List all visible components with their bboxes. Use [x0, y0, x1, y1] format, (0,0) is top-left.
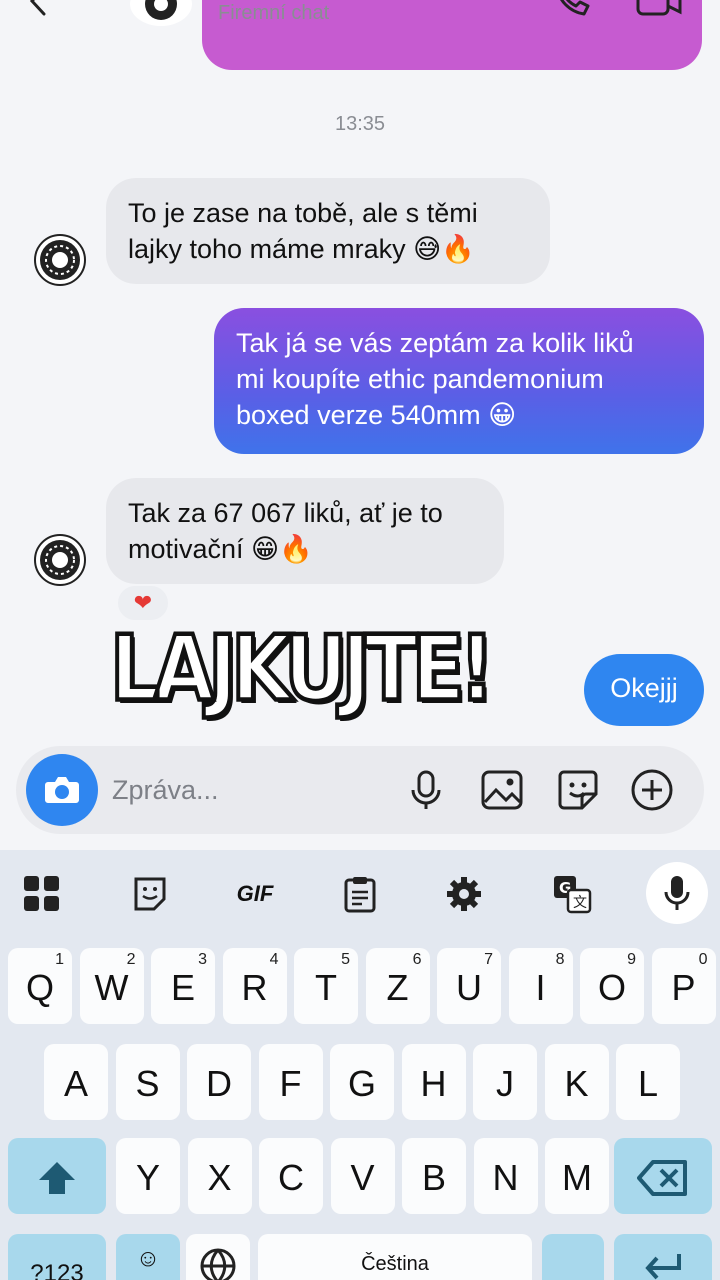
message-text-line: boxed verze 540mm 😀 — [236, 400, 517, 430]
message-text-line: Tak já se vás zeptám za kolik liků — [236, 328, 634, 358]
language-globe-key[interactable] — [186, 1234, 250, 1280]
shift-arrow-icon — [39, 1162, 75, 1194]
message-text-line: motivační 😁🔥 — [128, 534, 313, 564]
key-b[interactable]: B — [402, 1138, 466, 1214]
key-d[interactable]: D — [187, 1044, 251, 1120]
gif-button[interactable]: GIF — [232, 872, 278, 916]
key-hint-number: 6 — [412, 951, 422, 968]
key-letter: P — [671, 967, 696, 1008]
voice-input-mic-icon[interactable] — [646, 862, 708, 924]
key-a[interactable]: A — [44, 1044, 108, 1120]
key-hint-number: 0 — [698, 951, 708, 968]
key-e[interactable]: 3E — [151, 948, 215, 1024]
keyboard: GIF G文 1Q2W3E4R5T6Z7U8I9O0P ASDFGHJKL YX… — [0, 850, 720, 1280]
heart-reaction-icon[interactable]: ❤ — [116, 584, 170, 622]
settings-gear-icon[interactable] — [442, 872, 486, 916]
lajkujte-sticker[interactable]: LAJKUJTE! — [108, 616, 497, 745]
key-letter: T — [315, 967, 337, 1008]
backspace-icon — [637, 1160, 687, 1196]
phone-call-icon[interactable] — [554, 0, 590, 18]
numbers-symbols-key[interactable]: ?123 — [8, 1234, 106, 1280]
translate-icon[interactable]: G文 — [550, 872, 594, 916]
avatar[interactable] — [130, 0, 192, 26]
video-call-icon[interactable] — [634, 0, 684, 18]
key-r[interactable]: 4R — [222, 948, 287, 1024]
key-letter: E — [170, 967, 195, 1008]
sender-avatar[interactable] — [34, 534, 86, 586]
key-z[interactable]: 6Z — [365, 948, 430, 1024]
sender-avatar[interactable] — [34, 234, 86, 286]
enter-key[interactable] — [614, 1234, 712, 1280]
key-hint-number: 5 — [341, 951, 350, 968]
key-letter: R — [241, 967, 268, 1008]
key-j[interactable]: J — [473, 1044, 537, 1120]
back-arrow-icon[interactable] — [22, 0, 52, 16]
key-l[interactable]: L — [616, 1044, 680, 1120]
globe-icon — [200, 1248, 236, 1280]
key-o[interactable]: 9O — [580, 948, 644, 1024]
sticker-icon[interactable] — [556, 768, 600, 812]
key-letter: Q — [25, 967, 54, 1008]
key-p[interactable]: 0P — [651, 948, 716, 1024]
outgoing-message-bubble[interactable]: Okejjj — [584, 654, 704, 726]
key-hint-number: 7 — [484, 951, 493, 968]
key-letter: I — [535, 967, 546, 1008]
gallery-image-icon[interactable] — [480, 768, 524, 812]
shift-key[interactable] — [8, 1138, 106, 1214]
key-i[interactable]: 8I — [508, 948, 573, 1024]
message-text-line: Tak za 67 067 liků, ať je to — [128, 498, 443, 528]
chat-subtitle: Firemní chat — [218, 2, 330, 24]
key-hint-number: 8 — [555, 951, 565, 968]
key-u[interactable]: 7U — [437, 948, 501, 1024]
clipboard-icon[interactable] — [338, 872, 382, 916]
incoming-message-bubble[interactable]: Tak za 67 067 liků, ať je to motivační 😁… — [106, 478, 504, 584]
key-hint-number: 4 — [269, 951, 279, 968]
message-timestamp: 13:35 — [334, 113, 386, 135]
key-v[interactable]: V — [330, 1138, 395, 1214]
key-y[interactable]: Y — [116, 1138, 180, 1214]
key-hint-number: 3 — [198, 951, 207, 968]
message-text-line: mi koupíte ethic pandemonium — [236, 364, 604, 394]
key-f[interactable]: F — [258, 1044, 323, 1120]
sticker-keyboard-icon[interactable] — [128, 872, 172, 916]
key-hint-number: 2 — [126, 951, 136, 968]
key-g[interactable]: G — [330, 1044, 394, 1120]
microphone-icon[interactable] — [404, 768, 448, 812]
key-c[interactable]: C — [259, 1138, 323, 1214]
message-composer — [16, 746, 704, 834]
plus-circle-icon[interactable] — [630, 768, 674, 812]
message-text-line: lajky toho máme mraky 😅🔥 — [128, 234, 475, 264]
key-q[interactable]: 1Q — [8, 948, 72, 1024]
outgoing-message-bubble[interactable]: Tak já se vás zeptám za kolik liků mi ko… — [214, 308, 704, 454]
key-letter: Z — [386, 967, 409, 1008]
key-hint-number: 9 — [627, 951, 636, 968]
message-input[interactable] — [112, 770, 392, 810]
camera-button[interactable] — [26, 754, 98, 826]
camera-icon — [45, 777, 79, 803]
chat-header: Firemní chat — [0, 0, 720, 40]
period-key[interactable] — [542, 1234, 604, 1280]
enter-arrow-icon — [645, 1254, 681, 1280]
apps-grid-icon[interactable] — [20, 872, 64, 916]
key-letter: W — [94, 967, 129, 1008]
emoji-key[interactable]: ☺ — [116, 1234, 180, 1280]
chat-area: Firemní chat 13:35 To je zase na tobě, a… — [0, 0, 720, 850]
key-k[interactable]: K — [544, 1044, 609, 1120]
key-w[interactable]: 2W — [79, 948, 144, 1024]
key-h[interactable]: H — [401, 1044, 466, 1120]
message-text-line: To je zase na tobě, ale s těmi — [128, 198, 478, 228]
key-n[interactable]: N — [473, 1138, 538, 1214]
key-letter: U — [456, 967, 482, 1008]
key-s[interactable]: S — [115, 1044, 180, 1120]
key-t[interactable]: 5T — [294, 948, 358, 1024]
svg-text:文: 文 — [573, 895, 587, 911]
key-letter: O — [597, 967, 626, 1008]
key-m[interactable]: M — [545, 1138, 609, 1214]
space-key[interactable]: Čeština — [258, 1234, 532, 1280]
backspace-key[interactable] — [614, 1138, 712, 1214]
incoming-message-bubble[interactable]: To je zase na tobě, ale s těmi lajky toh… — [106, 178, 550, 284]
key-x[interactable]: X — [187, 1138, 252, 1214]
key-hint-number: 1 — [55, 951, 64, 968]
